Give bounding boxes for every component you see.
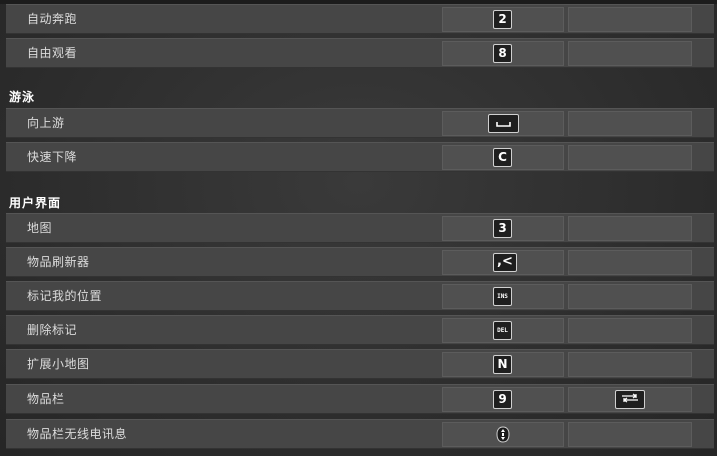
primary-key-slot[interactable]: 8	[442, 41, 564, 66]
secondary-key-slot[interactable]	[568, 422, 692, 447]
section-header-ui: 用户界面	[9, 196, 62, 210]
keybind-label: 自由观看	[27, 46, 78, 60]
keycap: C	[493, 148, 512, 167]
keycap: ,<	[493, 253, 517, 272]
keycap: N	[493, 355, 512, 374]
keybind-label: 物品栏无线电讯息	[27, 427, 128, 441]
primary-key-slot[interactable]: DEL	[442, 318, 564, 343]
tab-key-icon	[615, 390, 645, 409]
keybind-row-fast-descend[interactable]: 快速下降 C	[6, 142, 714, 172]
secondary-key-slot[interactable]	[568, 352, 692, 377]
keybind-label: 物品栏	[27, 392, 65, 406]
keybind-row-mark-position[interactable]: 标记我的位置 INS	[6, 281, 714, 311]
primary-key-slot[interactable]	[442, 422, 564, 447]
primary-key-slot[interactable]: ,<	[442, 250, 564, 275]
secondary-key-slot[interactable]	[568, 284, 692, 309]
secondary-key-slot[interactable]	[568, 41, 692, 66]
keybind-label: 删除标记	[27, 323, 78, 337]
keybind-row-inventory-radio[interactable]: 物品栏无线电讯息	[6, 419, 714, 449]
keybind-row-delete-marker[interactable]: 删除标记 DEL	[6, 315, 714, 345]
keybind-row-item-refresher[interactable]: 物品刷新器 ,<	[6, 247, 714, 277]
mouse-middle-icon	[496, 426, 510, 447]
keybind-row-free-look[interactable]: 自由观看 8	[6, 38, 714, 68]
primary-key-slot[interactable]: N	[442, 352, 564, 377]
secondary-key-slot[interactable]	[568, 250, 692, 275]
section-header-swim: 游泳	[9, 90, 36, 104]
primary-key-slot[interactable]: 3	[442, 216, 564, 241]
secondary-key-slot[interactable]	[568, 318, 692, 343]
secondary-key-slot[interactable]	[568, 111, 692, 136]
keycap: DEL	[493, 321, 512, 340]
keybind-label: 物品刷新器	[27, 255, 90, 269]
keycap: 9	[493, 390, 512, 409]
keybind-label: 地图	[27, 221, 53, 235]
primary-key-slot[interactable]	[442, 111, 564, 136]
keycap: 8	[493, 44, 512, 63]
keybind-row-expand-minimap[interactable]: 扩展小地图 N	[6, 349, 714, 379]
keycap: 3	[493, 219, 512, 238]
primary-key-slot[interactable]: C	[442, 145, 564, 170]
keybind-row-swim-up[interactable]: 向上游	[6, 108, 714, 138]
keybind-row-auto-run[interactable]: 自动奔跑 2	[6, 4, 714, 34]
keybind-label: 快速下降	[27, 150, 78, 164]
keybind-label: 标记我的位置	[27, 289, 103, 303]
keybind-label: 扩展小地图	[27, 357, 90, 371]
primary-key-slot[interactable]: 9	[442, 387, 564, 412]
space-icon	[496, 122, 511, 127]
secondary-key-slot[interactable]	[568, 216, 692, 241]
tab-icon	[622, 393, 638, 403]
secondary-key-slot[interactable]	[568, 145, 692, 170]
secondary-key-slot[interactable]	[568, 7, 692, 32]
keybind-row-map[interactable]: 地图 3	[6, 213, 714, 243]
space-key-icon	[488, 114, 519, 133]
keybind-label: 向上游	[27, 116, 65, 130]
keycap: 2	[493, 10, 512, 29]
keybind-label: 自动奔跑	[27, 12, 78, 26]
keycap: INS	[493, 287, 512, 306]
primary-key-slot[interactable]: 2	[442, 7, 564, 32]
keybind-row-inventory[interactable]: 物品栏 9	[6, 384, 714, 414]
secondary-key-slot[interactable]	[568, 387, 692, 412]
primary-key-slot[interactable]: INS	[442, 284, 564, 309]
